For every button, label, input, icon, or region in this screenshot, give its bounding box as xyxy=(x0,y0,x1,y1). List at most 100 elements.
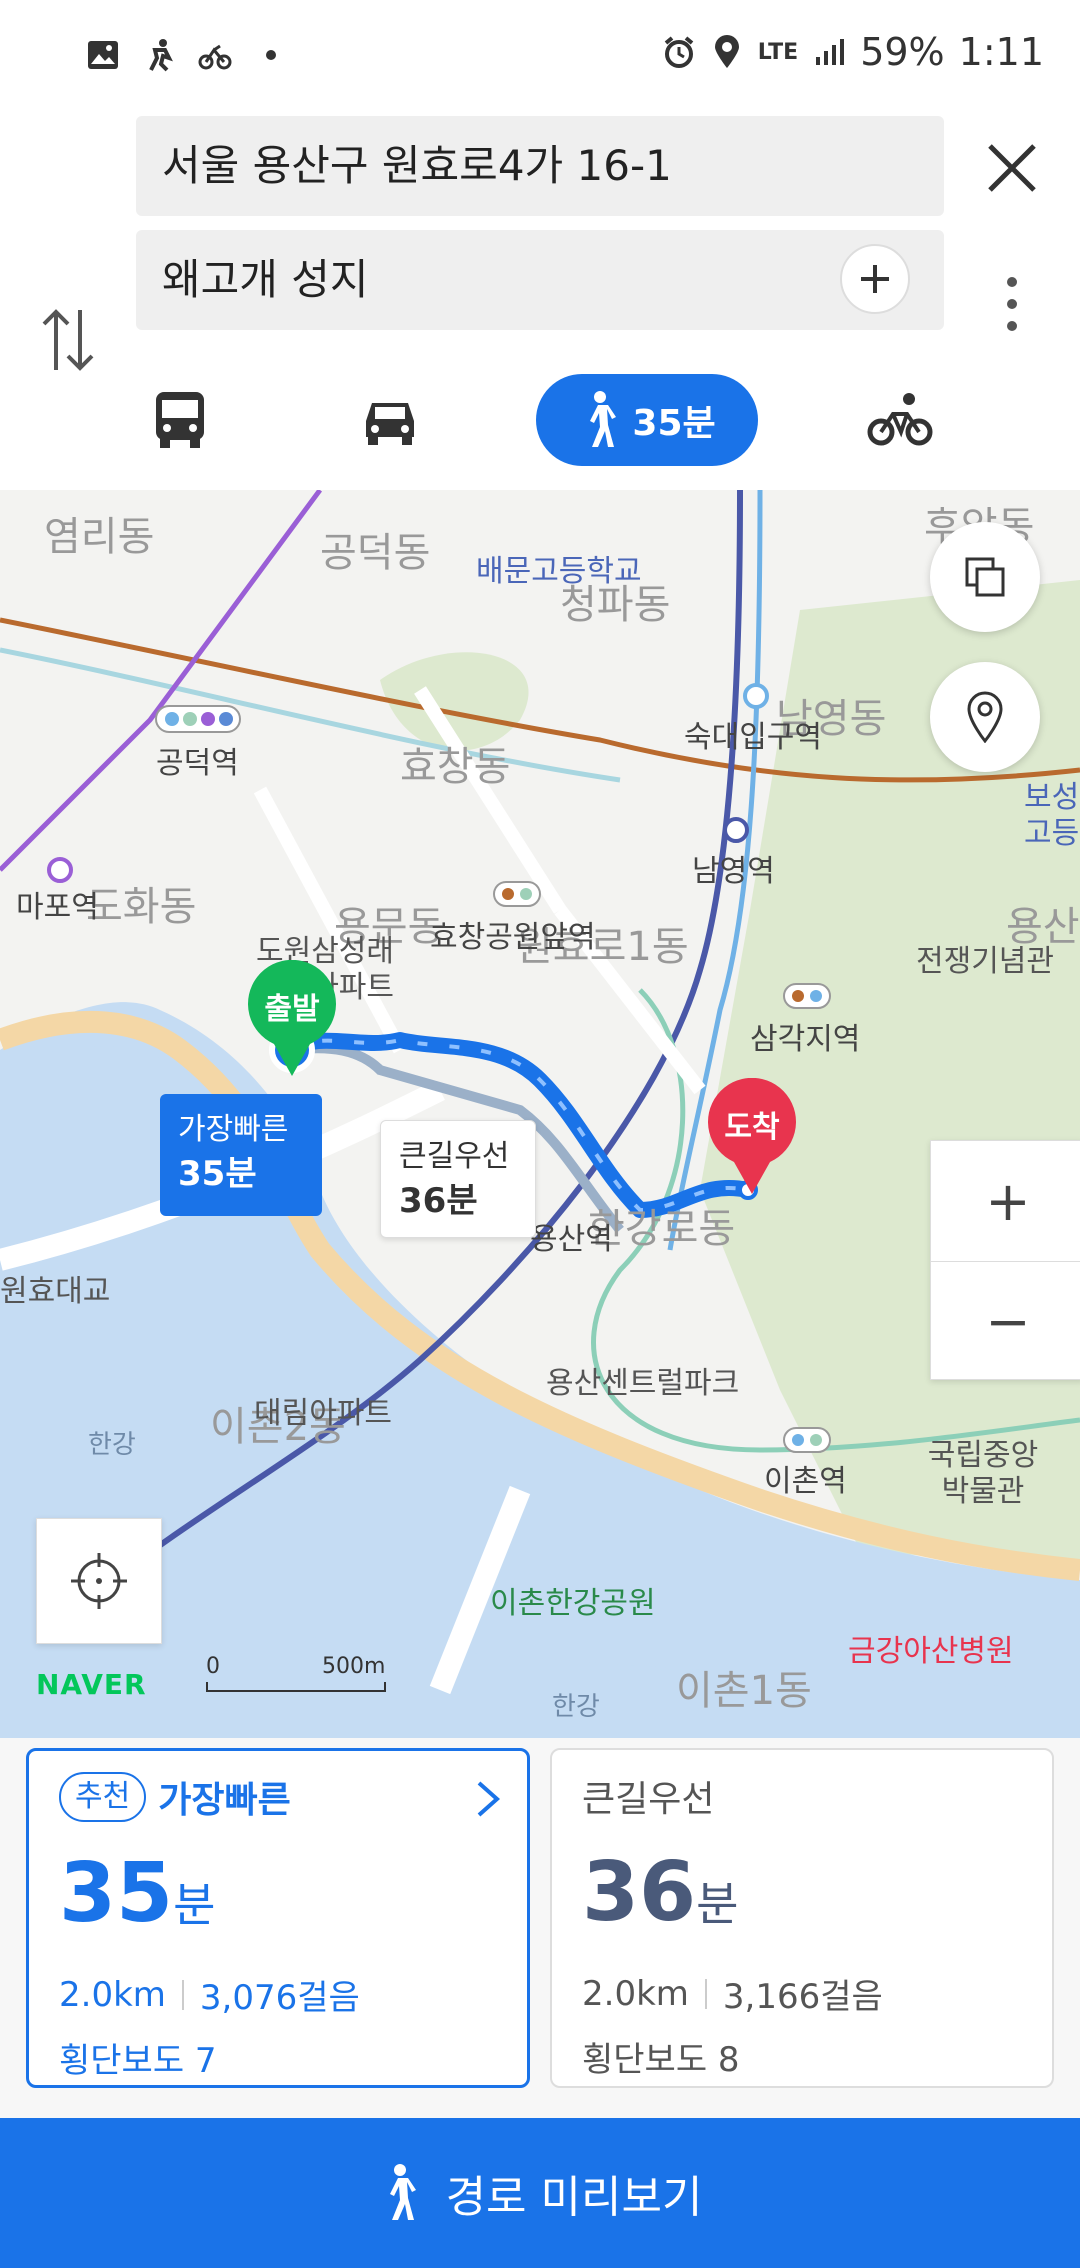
layers-icon xyxy=(965,557,1005,597)
station-label[interactable]: 공덕역 xyxy=(156,738,239,782)
route-name: 가장빠른 xyxy=(178,1112,289,1147)
poi-label: 한강 xyxy=(88,1430,136,1460)
station-label[interactable]: 남영역 xyxy=(692,846,775,890)
map-view[interactable]: 염리동 공덕동 청파동 효창동 도화동 용문동 원효로1동 한강로동 이촌2동 … xyxy=(0,490,1080,1738)
route-steps: 3,166걸음 xyxy=(722,1977,883,2017)
route-name: 큰길우선 xyxy=(399,1139,510,1174)
location-icon xyxy=(710,35,744,69)
signal-icon xyxy=(812,35,846,69)
place-pin-icon xyxy=(967,691,1003,743)
route-bubble-fastest[interactable]: 가장빠른 35분 xyxy=(160,1094,322,1216)
route-meta: 2.0km 3,166걸음 xyxy=(582,1969,1022,2018)
route-steps: 3,076걸음 xyxy=(199,1978,360,2018)
route-duration: 35분 xyxy=(59,1846,216,1941)
start-pin[interactable]: 출발 xyxy=(242,959,342,1080)
poi-label[interactable]: 보성고등 xyxy=(1024,780,1080,852)
route-options: 추천 가장빠른 35분 2.0km 3,076걸음 횡단보도 7 큰길우선 36… xyxy=(0,1738,1080,2118)
bus-icon xyxy=(156,392,204,448)
end-pin[interactable]: 도착 xyxy=(702,1077,802,1198)
battery-level: 59% xyxy=(860,30,945,74)
poi-label[interactable]: 국립중앙박물관 xyxy=(918,1438,1048,1510)
zoom-in-button[interactable]: + xyxy=(931,1141,1080,1261)
tab-transit[interactable] xyxy=(140,374,220,466)
district-label: 도화동 xyxy=(86,884,197,930)
scale-bar xyxy=(206,1682,386,1692)
district-label: 효창동 xyxy=(400,744,511,790)
nearby-place-button[interactable] xyxy=(930,662,1040,772)
poi-label[interactable]: 이촌한강공원 xyxy=(490,1578,656,1622)
car-icon xyxy=(366,403,414,445)
tab-walk[interactable]: 35분 xyxy=(536,374,758,466)
district-label: 염리동 xyxy=(44,514,155,560)
poi-label[interactable]: 금강아산병원 xyxy=(848,1626,1014,1670)
map-scale: 0 500m xyxy=(206,1654,386,1692)
route-preview-button[interactable]: 경로 미리보기 xyxy=(0,2118,1080,2268)
scale-end: 500m xyxy=(322,1654,386,1679)
more-options-button[interactable] xyxy=(996,264,1028,344)
close-button[interactable] xyxy=(980,136,1044,200)
route-card-fastest[interactable]: 추천 가장빠른 35분 2.0km 3,076걸음 횡단보도 7 xyxy=(26,1748,530,2088)
station-label[interactable]: 삼각지역 xyxy=(750,1014,860,1058)
alarm-icon xyxy=(662,35,696,69)
close-icon xyxy=(988,144,1036,192)
station-label[interactable]: 이촌역 xyxy=(764,1456,847,1500)
poi-label[interactable]: 용산센트럴파크 xyxy=(546,1358,739,1402)
walk-icon xyxy=(389,2164,416,2220)
tab-car[interactable] xyxy=(350,374,430,466)
poi-label[interactable]: 대림아파트 xyxy=(254,1388,392,1432)
poi-label[interactable]: 배문고등학교 xyxy=(476,546,642,590)
route-distance: 2.0km xyxy=(582,1973,689,2014)
chevron-right-icon[interactable] xyxy=(473,1779,503,1819)
district-label: 이촌1동 xyxy=(676,1668,812,1714)
notification-icons xyxy=(86,38,288,72)
route-card-header: 큰길우선 xyxy=(582,1770,1022,1822)
naver-logo: NAVER xyxy=(36,1668,147,1701)
bike-activity-icon xyxy=(198,38,232,72)
route-time: 35분 xyxy=(178,1154,257,1194)
divider xyxy=(181,1979,184,2010)
route-meta: 2.0km 3,076걸음 xyxy=(59,1970,497,2019)
route-crosswalks: 횡단보도 7 xyxy=(59,2041,217,2081)
station-label[interactable]: 숙대입구역 xyxy=(684,712,822,756)
station-label[interactable]: 마포역 xyxy=(16,882,99,926)
map-layers-button[interactable] xyxy=(930,522,1040,632)
route-name: 가장빠른 xyxy=(158,1780,291,1821)
route-card-main-road[interactable]: 큰길우선 36분 2.0km 3,166걸음 횡단보도 8 xyxy=(550,1748,1054,2088)
district-label: 공덕동 xyxy=(320,530,431,576)
route-name: 큰길우선 xyxy=(582,1779,715,1820)
clock: 1:11 xyxy=(958,30,1044,74)
route-bubble-main-road[interactable]: 큰길우선 36분 xyxy=(380,1120,536,1238)
dot-icon xyxy=(254,38,288,72)
origin-input[interactable]: 서울 용산구 원효로4가 16-1 xyxy=(136,116,944,216)
network-type: LTE xyxy=(757,39,799,65)
plus-icon xyxy=(861,265,889,293)
walk-time: 35분 xyxy=(632,403,716,444)
route-duration: 36분 xyxy=(582,1845,739,1940)
poi-label[interactable]: 전쟁기념관 xyxy=(916,936,1054,980)
current-location-button[interactable] xyxy=(36,1518,162,1644)
divider xyxy=(704,1978,707,2009)
status-bar: LTE 59% 1:11 xyxy=(0,0,1080,116)
run-icon xyxy=(142,38,176,72)
route-time: 36분 xyxy=(399,1181,478,1221)
bicycle-icon xyxy=(867,393,933,446)
station-label[interactable]: 용산역 xyxy=(530,1214,613,1258)
scale-start: 0 xyxy=(206,1654,220,1679)
tab-bicycle[interactable] xyxy=(860,374,940,466)
zoom-out-button[interactable]: − xyxy=(931,1261,1080,1381)
route-search-header: 서울 용산구 원효로4가 16-1 왜고개 성지 35분 xyxy=(0,116,1080,490)
destination-input[interactable]: 왜고개 성지 xyxy=(136,230,944,330)
poi-label: 원효대교 xyxy=(0,1274,111,1309)
station-label[interactable]: 효창공원앞역 xyxy=(430,912,596,956)
walk-icon xyxy=(590,391,617,447)
gallery-icon xyxy=(86,38,120,72)
route-preview-label: 경로 미리보기 xyxy=(445,2172,703,2223)
route-distance: 2.0km xyxy=(59,1974,166,2015)
poi-label: 한강 xyxy=(552,1692,600,1722)
recommended-badge: 추천 xyxy=(59,1772,147,1822)
add-waypoint-button[interactable] xyxy=(840,244,910,314)
transport-mode-tabs: 35분 xyxy=(0,356,1080,476)
system-status: LTE 59% 1:11 xyxy=(662,30,1044,74)
route-crosswalks: 횡단보도 8 xyxy=(582,2040,740,2080)
zoom-controls: + − xyxy=(930,1140,1080,1380)
